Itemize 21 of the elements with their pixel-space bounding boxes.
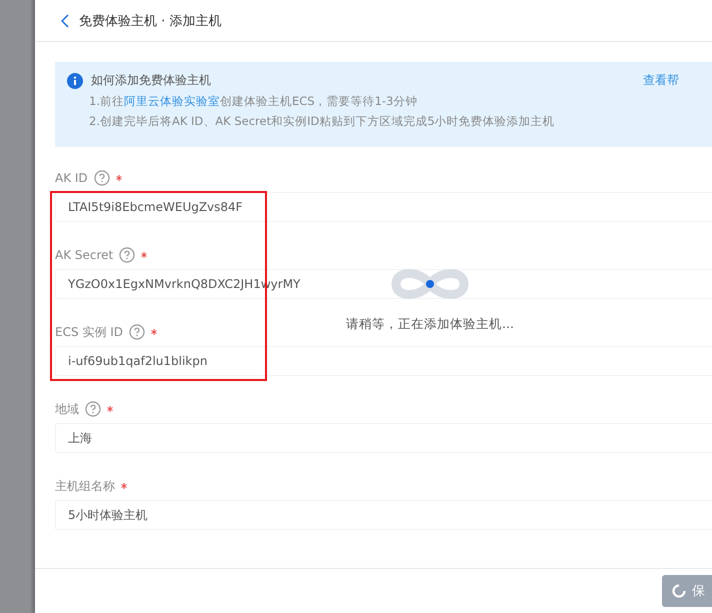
- field-label: AK Secret: [55, 248, 114, 262]
- info-title: 如何添加免费体验主机: [91, 72, 211, 89]
- help-icon[interactable]: [129, 324, 145, 340]
- loading-text: 请稍等，正在添加体验主机...: [346, 316, 514, 333]
- info-icon: [67, 72, 83, 88]
- input-field[interactable]: 上海: [55, 423, 712, 453]
- input-field[interactable]: LTAI5t9i8EbcmeWEUgZvs84F: [55, 192, 712, 222]
- help-icon[interactable]: [94, 170, 110, 186]
- back-icon[interactable]: [61, 14, 69, 28]
- page-title: 免费体验主机 · 添加主机: [79, 12, 222, 30]
- field-label: AK ID: [55, 171, 88, 185]
- help-icon[interactable]: [119, 247, 136, 263]
- input-field[interactable]: 5小时体验主机: [55, 500, 712, 530]
- help-icon[interactable]: [85, 401, 101, 417]
- info-text: 2.创建完毕后将AK ID、AK Secret和实例ID粘贴到下方区域完成5小时免费体验添加主机: [89, 113, 556, 129]
- field-label: 地域: [55, 400, 79, 418]
- info-text: 1.前往阿里云体验实验室创建体验主机ECS，需要等待1-3分钟: [89, 93, 418, 109]
- spinner-icon: [672, 584, 686, 598]
- field-label: 主机组名称: [55, 478, 115, 494]
- input-field[interactable]: i-uf69ub1qaf2lu1blikpn: [55, 346, 712, 376]
- field-label: ECS 实例 ID: [55, 324, 123, 340]
